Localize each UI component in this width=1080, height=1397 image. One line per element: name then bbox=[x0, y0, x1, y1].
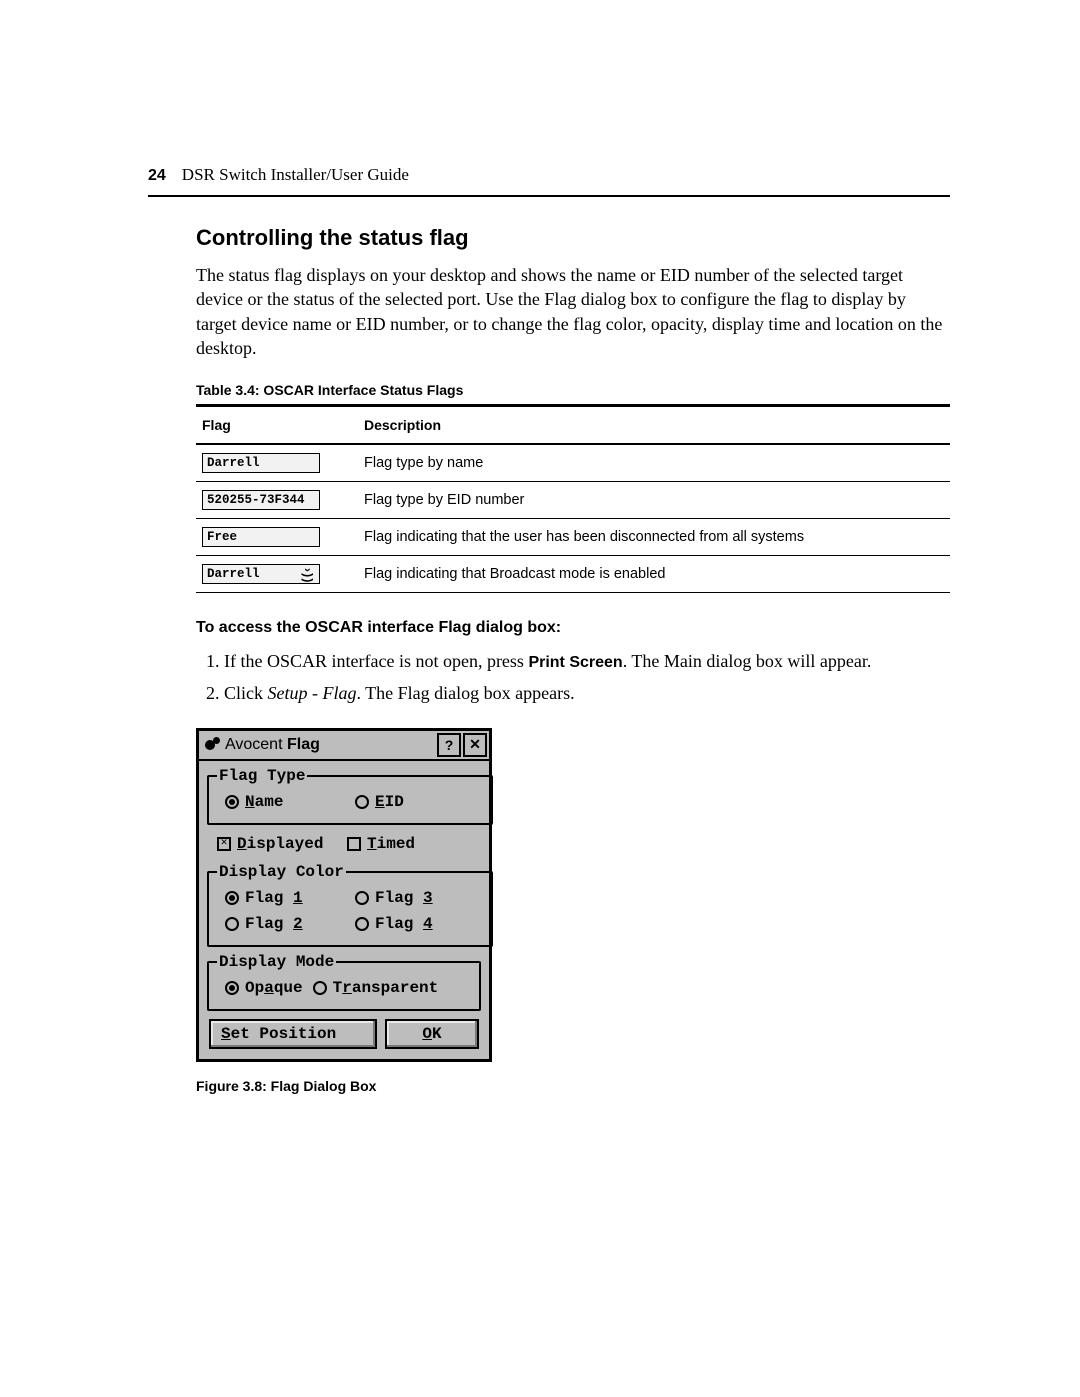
display-mode-legend: Display Mode bbox=[217, 953, 336, 971]
flag-desc: Flag type by EID number bbox=[358, 482, 950, 519]
radio-icon bbox=[225, 795, 239, 809]
flag-dialog: Avocent Flag ? ✕ Flag Type Name EID ✕Dis… bbox=[196, 728, 492, 1062]
display-color-group: Display Color Flag 1 Flag 3 Flag 2 Flag … bbox=[207, 863, 493, 947]
checkbox-icon bbox=[347, 837, 361, 851]
figure-caption: Figure 3.8: Flag Dialog Box bbox=[196, 1078, 950, 1094]
radio-icon bbox=[355, 917, 369, 931]
table-row: Darrell Flag type by name bbox=[196, 444, 950, 482]
flag-type-group: Flag Type Name EID bbox=[207, 767, 493, 825]
flag-chip: Free bbox=[202, 527, 320, 547]
radio-name[interactable]: Name bbox=[225, 793, 345, 811]
radio-flag-2[interactable]: Flag 2 bbox=[225, 915, 345, 933]
flag-desc: Flag indicating that Broadcast mode is e… bbox=[358, 556, 950, 593]
avocent-logo-icon bbox=[205, 737, 221, 753]
flag-chip: Darrell ›)) bbox=[202, 564, 320, 584]
radio-icon bbox=[355, 891, 369, 905]
header-rule bbox=[148, 195, 950, 197]
table-row: Darrell ›)) Flag indicating that Broadca… bbox=[196, 556, 950, 593]
dialog-title: Avocent Flag bbox=[199, 732, 324, 758]
section-heading: Controlling the status flag bbox=[196, 225, 950, 251]
table-header-desc: Description bbox=[358, 406, 950, 445]
checkbox-timed[interactable]: Timed bbox=[347, 835, 467, 853]
status-flags-table: Flag Description Darrell Flag type by na… bbox=[196, 404, 950, 593]
set-position-button[interactable]: Set Position bbox=[209, 1019, 377, 1049]
display-color-legend: Display Color bbox=[217, 863, 346, 881]
flag-chip: 520255-73F344 bbox=[202, 490, 320, 510]
flag-desc: Flag indicating that the user has been d… bbox=[358, 519, 950, 556]
radio-transparent[interactable]: Transparent bbox=[313, 979, 439, 997]
page-header: 24 DSR Switch Installer/User Guide bbox=[148, 165, 950, 185]
guide-title: DSR Switch Installer/User Guide bbox=[182, 165, 409, 185]
ok-button[interactable]: OK bbox=[385, 1019, 479, 1049]
help-button[interactable]: ? bbox=[437, 733, 461, 757]
radio-eid[interactable]: EID bbox=[355, 793, 475, 811]
table-header-flag: Flag bbox=[196, 406, 358, 445]
checkbox-displayed[interactable]: ✕Displayed bbox=[217, 835, 337, 853]
radio-flag-1[interactable]: Flag 1 bbox=[225, 889, 345, 907]
menu-path: Setup - Flag bbox=[268, 683, 357, 703]
radio-icon bbox=[225, 917, 239, 931]
radio-icon bbox=[355, 795, 369, 809]
broadcast-icon: ›)) bbox=[301, 566, 313, 582]
radio-icon bbox=[225, 981, 239, 995]
page-number: 24 bbox=[148, 167, 166, 185]
radio-icon bbox=[313, 981, 327, 995]
table-row: Free Flag indicating that the user has b… bbox=[196, 519, 950, 556]
dialog-titlebar: Avocent Flag ? ✕ bbox=[199, 731, 489, 761]
radio-flag-4[interactable]: Flag 4 bbox=[355, 915, 475, 933]
close-button[interactable]: ✕ bbox=[463, 733, 487, 757]
radio-flag-3[interactable]: Flag 3 bbox=[355, 889, 475, 907]
steps-list: If the OSCAR interface is not open, pres… bbox=[196, 649, 950, 706]
display-mode-group: Display Mode Opaque Transparent bbox=[207, 953, 481, 1011]
radio-opaque[interactable]: Opaque bbox=[225, 979, 303, 997]
keyword-print-screen: Print Screen bbox=[528, 654, 622, 671]
checkbox-icon: ✕ bbox=[217, 837, 231, 851]
list-item: Click Setup - Flag. The Flag dialog box … bbox=[224, 681, 950, 706]
flag-desc: Flag type by name bbox=[358, 444, 950, 482]
table-caption: Table 3.4: OSCAR Interface Status Flags bbox=[196, 382, 950, 398]
list-item: If the OSCAR interface is not open, pres… bbox=[224, 649, 950, 674]
flag-type-legend: Flag Type bbox=[217, 767, 307, 785]
intro-paragraph: The status flag displays on your desktop… bbox=[196, 263, 950, 360]
radio-icon bbox=[225, 891, 239, 905]
flag-chip: Darrell bbox=[202, 453, 320, 473]
table-row: 520255-73F344 Flag type by EID number bbox=[196, 482, 950, 519]
subsection-heading: To access the OSCAR interface Flag dialo… bbox=[196, 619, 950, 637]
